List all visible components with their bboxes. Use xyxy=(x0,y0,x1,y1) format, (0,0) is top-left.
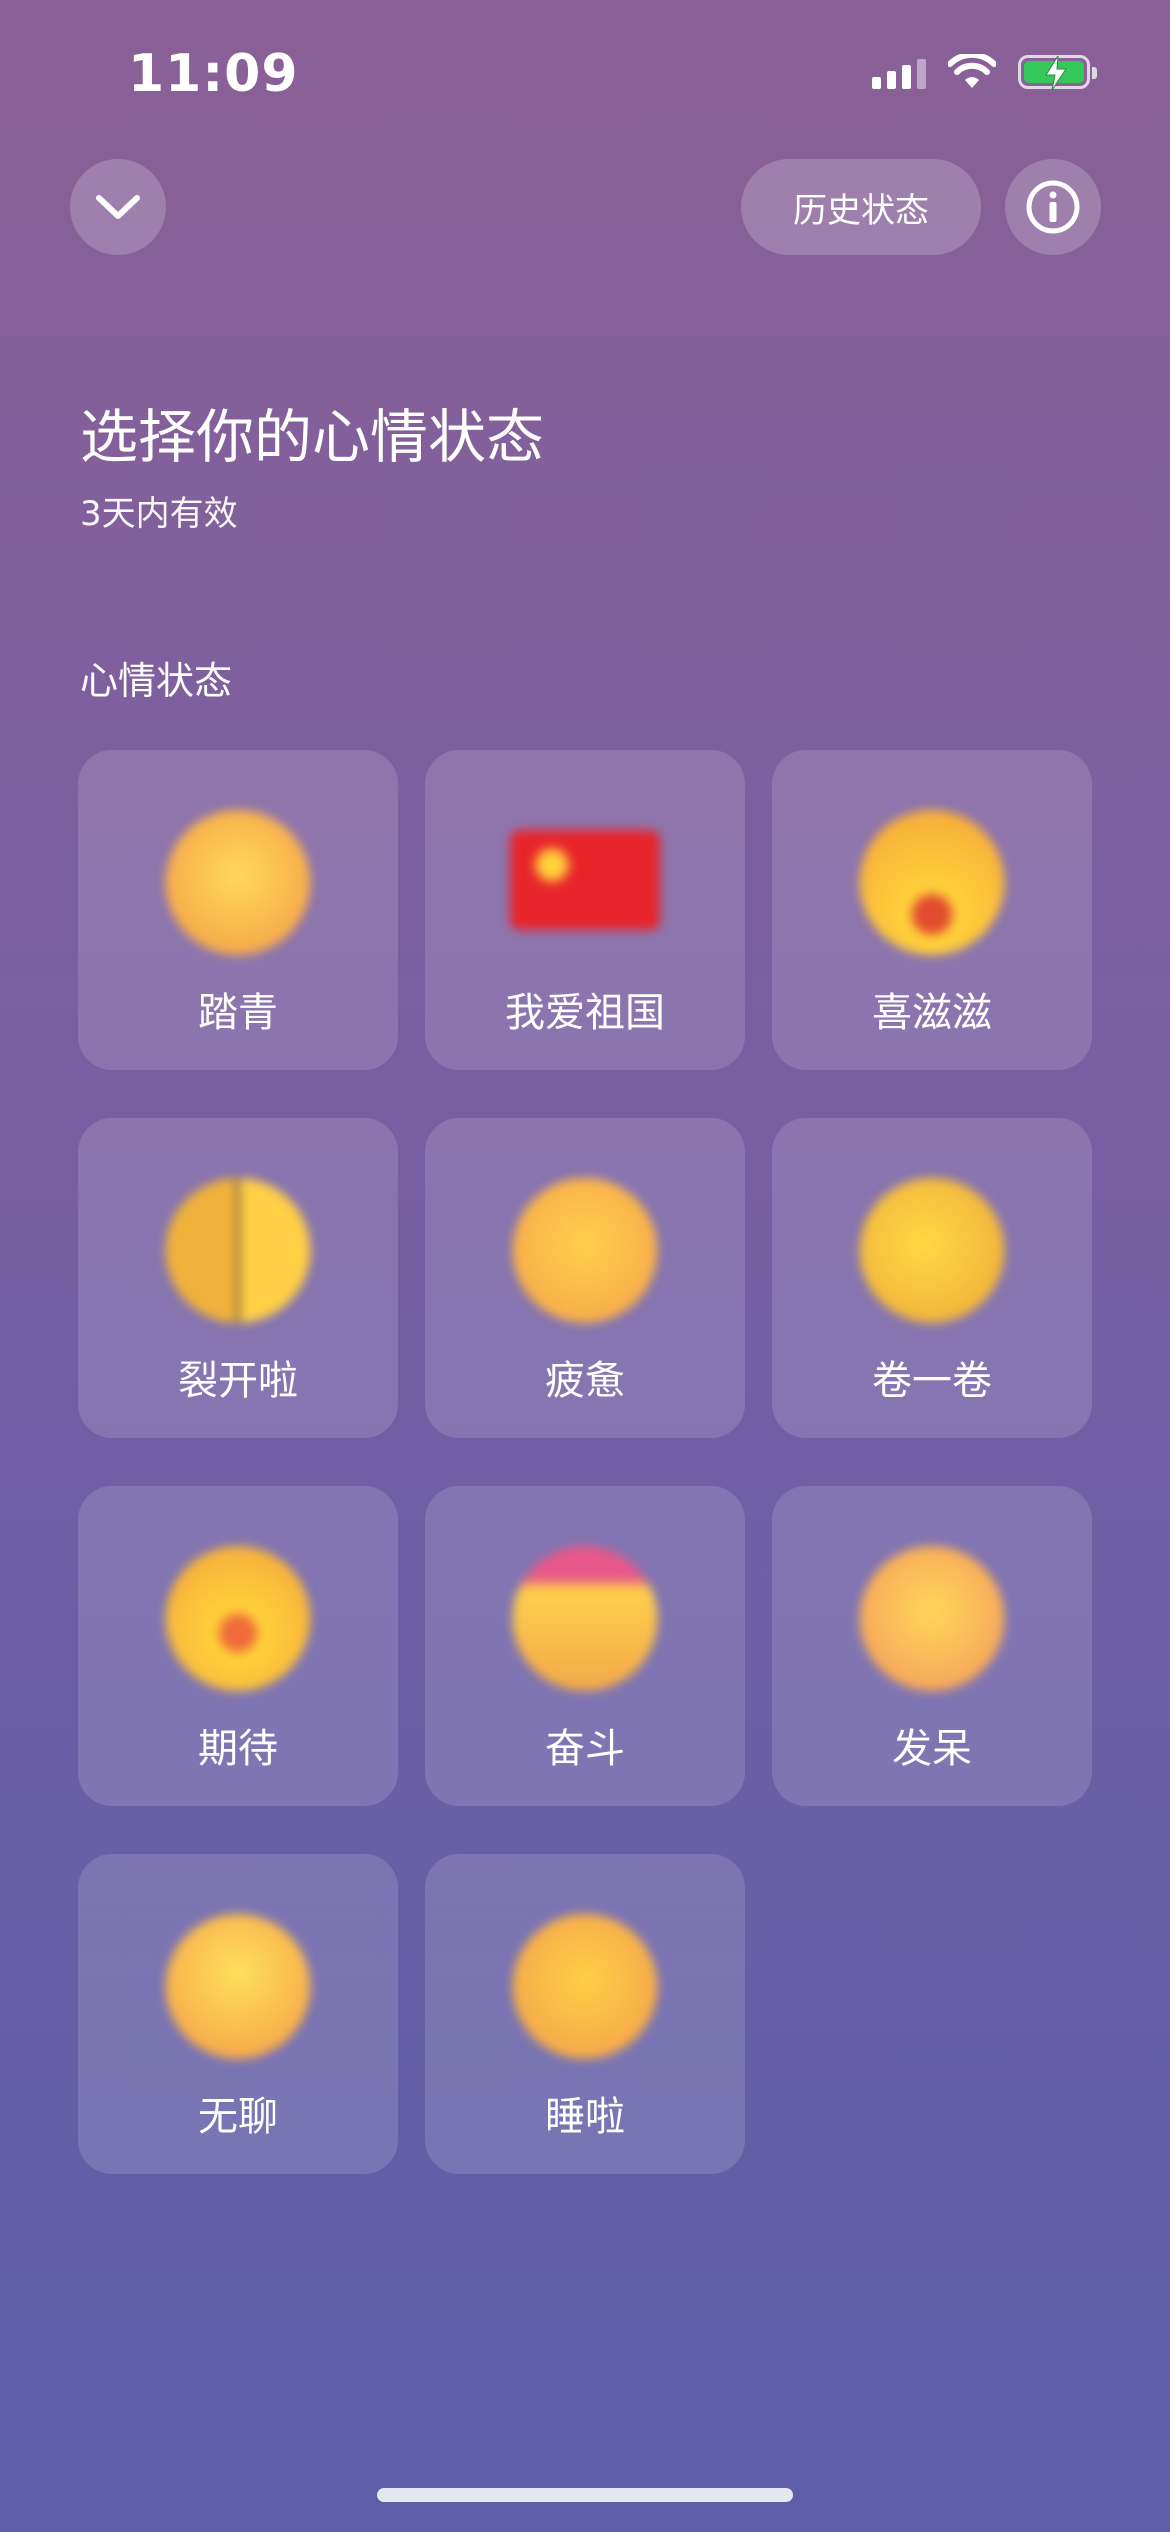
striving-face-icon xyxy=(512,1546,658,1691)
mood-label: 我爱祖国 xyxy=(505,990,665,1036)
mood-tile-tired[interactable]: 疲惫 xyxy=(425,1118,745,1438)
status-icons xyxy=(872,54,1097,90)
mood-label: 卷一卷 xyxy=(872,1358,992,1404)
mood-grid: 踏青 我爱祖国 喜滋滋 裂开啦 疲惫 卷一卷 期待 奋斗 发呆 无聊 睡啦 xyxy=(78,750,1093,2174)
bored-face-icon xyxy=(165,1914,311,2059)
mood-tile-bored[interactable]: 无聊 xyxy=(78,1854,398,2174)
chevron-down-icon xyxy=(96,195,140,219)
info-icon xyxy=(1026,180,1080,234)
mood-tile-happy[interactable]: 喜滋滋 xyxy=(772,750,1092,1070)
curling-face-icon xyxy=(859,1178,1005,1323)
wifi-icon xyxy=(948,54,996,88)
cracked-face-icon xyxy=(165,1178,311,1323)
mood-label: 踏青 xyxy=(198,990,278,1036)
page-title: 选择你的心情状态 xyxy=(80,403,545,471)
mood-label: 喜滋滋 xyxy=(872,990,992,1036)
page-subtitle: 3天内有效 xyxy=(80,494,238,534)
battery-icon xyxy=(1018,55,1097,90)
cellular-signal-icon xyxy=(872,55,926,89)
mood-label: 睡啦 xyxy=(545,2094,625,2140)
mood-tile-expecting[interactable]: 期待 xyxy=(78,1486,398,1806)
mood-tile-striving[interactable]: 奋斗 xyxy=(425,1486,745,1806)
china-flag-icon xyxy=(510,830,660,930)
mood-label: 疲惫 xyxy=(545,1358,625,1404)
happy-face-icon xyxy=(859,810,1005,955)
status-time: 11:09 xyxy=(128,44,299,104)
collapse-button[interactable] xyxy=(70,159,166,255)
section-label: 心情状态 xyxy=(80,659,233,703)
daze-face-icon xyxy=(859,1546,1005,1691)
mood-tile-cracked[interactable]: 裂开啦 xyxy=(78,1118,398,1438)
expecting-face-icon xyxy=(165,1546,311,1691)
mood-tile-sleep[interactable]: 睡啦 xyxy=(425,1854,745,2174)
history-status-button[interactable]: 历史状态 xyxy=(741,159,981,255)
mood-label: 奋斗 xyxy=(545,1726,625,1772)
mood-tile-daze[interactable]: 发呆 xyxy=(772,1486,1092,1806)
mood-label: 发呆 xyxy=(892,1726,972,1772)
mood-label: 无聊 xyxy=(198,2094,278,2140)
mood-label: 裂开啦 xyxy=(178,1358,298,1404)
sleeping-face-icon xyxy=(512,1914,658,2059)
tired-face-icon xyxy=(512,1178,658,1323)
mood-tile-curl[interactable]: 卷一卷 xyxy=(772,1118,1092,1438)
mood-tile-love-country[interactable]: 我爱祖国 xyxy=(425,750,745,1070)
spring-outing-emoji-icon xyxy=(165,810,311,955)
home-indicator[interactable] xyxy=(377,2488,793,2502)
mood-tile-spring-outing[interactable]: 踏青 xyxy=(78,750,398,1070)
info-button[interactable] xyxy=(1005,159,1101,255)
mood-label: 期待 xyxy=(198,1726,278,1772)
